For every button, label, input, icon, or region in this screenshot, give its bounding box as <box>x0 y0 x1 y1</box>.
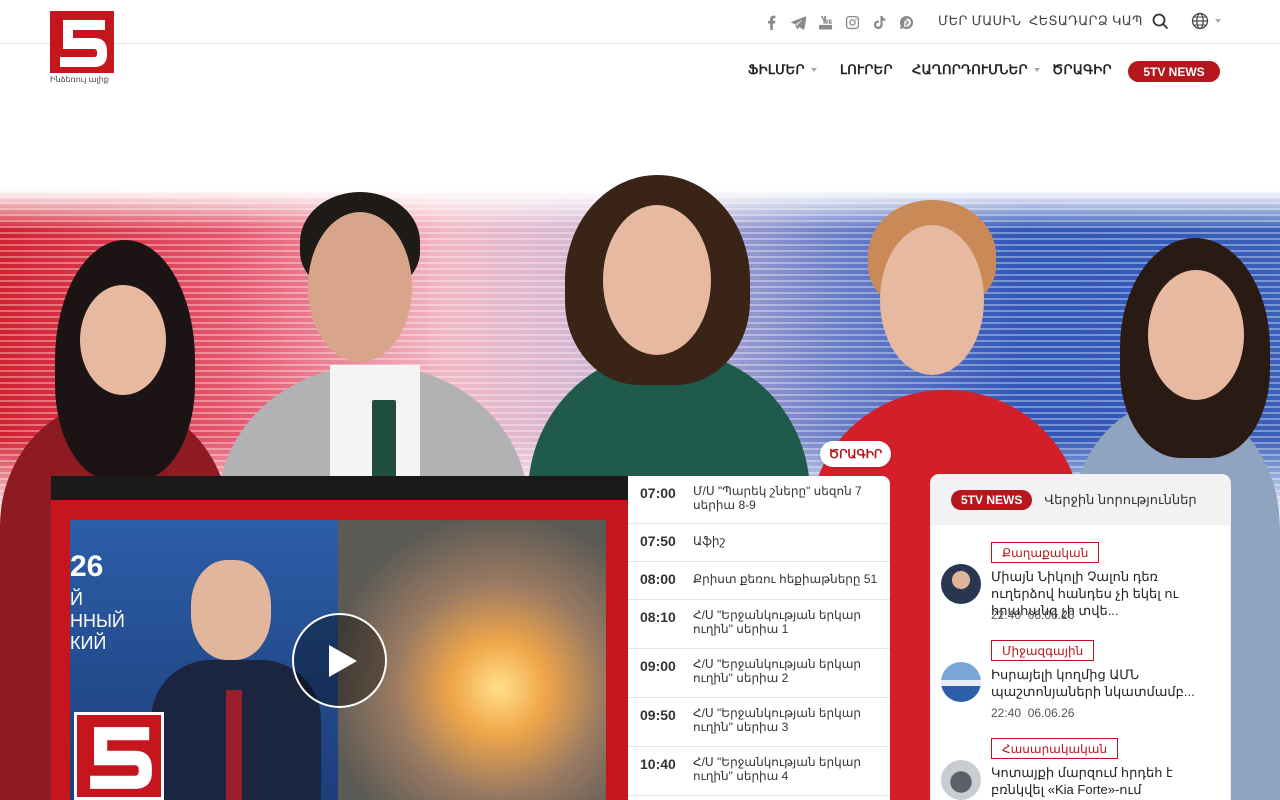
schedule-list: 07:00 Մ/Ս "Պարեկ շները" սեզոն 7 սերիա 8-… <box>628 476 890 800</box>
chevron-down-icon <box>1033 68 1040 72</box>
news-header: 5TV NEWS Վերջին նորություններ <box>931 475 1230 525</box>
schedule-time: 08:00 <box>640 571 676 587</box>
schedule-title: Քրիստ քեռու հեքիաթները 51 <box>693 572 878 586</box>
news-category[interactable]: Հասարակական <box>991 738 1119 759</box>
schedule-row[interactable]: 08:00 Քրիստ քեռու հեքիաթները 51 <box>628 562 890 600</box>
news-time: 22:40 <box>991 608 1022 622</box>
schedule-row[interactable]: 08:10 Հ/Ս "Երջանկության երկար ուղին" սեր… <box>628 600 890 649</box>
presenter-face <box>308 212 412 362</box>
feedback-link[interactable]: ՀԵՏԱԴԱՐՁ ԿԱՊ <box>1029 13 1143 29</box>
schedule-badge[interactable]: ԾՐԱԳԻՐ <box>820 441 891 467</box>
presenter-face <box>1148 270 1244 400</box>
news-timestamp: 22:40 06.06.26 <box>991 706 1074 720</box>
news-category[interactable]: Քաղաքական <box>991 542 1100 563</box>
schedule-row[interactable]: 07:50 Աֆիշ <box>628 524 890 562</box>
schedule-title: Մ/Ս "Պարեկ շները" սեզոն 7 սերիա 8-9 <box>693 484 862 512</box>
chevron-down-icon <box>1215 19 1221 23</box>
schedule-title: Հ/Ս "Երջանկության երկար ուղին" սերիա 3 <box>693 706 861 734</box>
podcast-icon[interactable] <box>897 13 915 31</box>
youtube-icon[interactable] <box>816 13 834 31</box>
tiktok-icon[interactable] <box>870 13 888 31</box>
news-thumbnail[interactable] <box>941 564 981 604</box>
nav-schedule[interactable]: ԾՐԱԳԻՐ <box>1052 62 1112 78</box>
site-logo[interactable] <box>50 11 114 73</box>
nav-films-label: ՖԻԼՄԵՐ <box>748 62 805 77</box>
nav-shows-label: ՀԱՂՈՐԴՈՒՄՆԵՐ <box>912 62 1028 77</box>
schedule-time: 07:50 <box>640 533 676 549</box>
news-category[interactable]: Միջազգային <box>991 640 1095 661</box>
nav-news[interactable]: ԼՈՒՐԵՐ <box>840 62 893 78</box>
video-overlay-number: 26 <box>70 550 104 583</box>
presenter-face <box>80 285 166 395</box>
news-item[interactable]: Քաղաքական Միայն Նիկոլի Չալոն դեռ ուղերձո… <box>941 542 1221 632</box>
schedule-time: 10:40 <box>640 756 676 772</box>
news-time: 22:40 <box>991 706 1022 720</box>
play-button[interactable] <box>292 613 387 708</box>
facebook-icon[interactable] <box>762 13 780 31</box>
news-title[interactable]: Կոտայքի մարզում հրդեհ է բռնկվել «Kia For… <box>991 764 1216 798</box>
nav-5tv-news-button[interactable]: 5TV NEWS <box>1128 61 1220 82</box>
language-selector[interactable] <box>1191 12 1221 30</box>
schedule-title: Հ/Ս "Երջանկության երկար ուղին" սերիա 4 <box>693 755 861 783</box>
news-timestamp: 22:40 06.06.26 <box>991 608 1074 622</box>
news-date: 06.06.26 <box>1027 706 1075 720</box>
top-bar: ՄԵՐ ՄԱՍԻՆ ՀԵՏԱԴԱՐՁ ԿԱՊ <box>0 0 1280 44</box>
globe-icon <box>1191 12 1209 30</box>
social-links <box>762 13 915 31</box>
schedule-row[interactable]: 09:50 Հ/Ս "Երջանկության երկար ուղին" սեր… <box>628 698 890 747</box>
presenter-face <box>603 205 711 355</box>
search-icon[interactable] <box>1152 13 1169 35</box>
schedule-time: 09:00 <box>640 658 676 674</box>
schedule-title: Հ/Ս "Երջանկության երկար ուղին" սերիա 2 <box>693 657 861 685</box>
nav-shows[interactable]: ՀԱՂՈՐԴՈՒՄՆԵՐ <box>912 62 1040 78</box>
latest-news-panel: 5TV NEWS Վերջին նորություններ Քաղաքական … <box>931 475 1230 800</box>
schedule-row[interactable]: 09:00 Հ/Ս "Երջանկության երկար ուղին" սեր… <box>628 649 890 698</box>
news-title[interactable]: Իսրայելի կողմից ԱՄՆ պաշտոնյաների նկատմամ… <box>991 666 1216 700</box>
video-overlay-text: Й ННЫЙ КИЙ <box>70 589 125 653</box>
video-watermark-logo <box>74 712 164 800</box>
play-icon <box>328 644 357 677</box>
news-item[interactable]: Միջազգային Իսրայելի կողմից ԱՄՆ պաշտոնյան… <box>941 640 1221 730</box>
video-speaker-face <box>191 560 271 660</box>
video-speaker-tie <box>226 690 242 800</box>
nav-news-label: ԼՈՒՐԵՐ <box>840 62 893 77</box>
nav-films[interactable]: ՖԻԼՄԵՐ <box>748 62 817 78</box>
schedule-title: Աֆիշ <box>693 534 726 548</box>
nav-schedule-label: ԾՐԱԳԻՐ <box>1052 62 1112 77</box>
news-item[interactable]: Հասարակական Կոտայքի մարզում հրդեհ է բռնկ… <box>941 738 1221 800</box>
news-thumbnail[interactable] <box>941 760 981 800</box>
schedule-row[interactable]: 07:00 Մ/Ս "Պարեկ շները" սեզոն 7 սերիա 8-… <box>628 476 890 524</box>
instagram-icon[interactable] <box>843 13 861 31</box>
news-thumbnail[interactable] <box>941 662 981 702</box>
schedule-time: 09:50 <box>640 707 676 723</box>
schedule-row[interactable]: 10:40 Հ/Ս "Երջանկության երկար ուղին" սեր… <box>628 747 890 796</box>
news-date: 06.06.26 <box>1027 608 1075 622</box>
about-link[interactable]: ՄԵՐ ՄԱՍԻՆ <box>938 13 1021 29</box>
news-subtitle: Վերջին նորություններ <box>1044 492 1197 507</box>
schedule-time: 08:10 <box>640 609 676 625</box>
video-player[interactable]: 26 Й ННЫЙ КИЙ <box>51 476 628 800</box>
logo-tagline: Ինձեռույ ալիք <box>50 75 109 84</box>
schedule-time: 07:00 <box>640 485 676 501</box>
news-badge[interactable]: 5TV NEWS <box>951 490 1033 510</box>
schedule-title: Հ/Ս "Երջանկության երկար ուղին" սերիա 1 <box>693 608 861 636</box>
presenter-face <box>880 225 984 375</box>
telegram-icon[interactable] <box>789 13 807 31</box>
chevron-down-icon <box>810 68 817 72</box>
